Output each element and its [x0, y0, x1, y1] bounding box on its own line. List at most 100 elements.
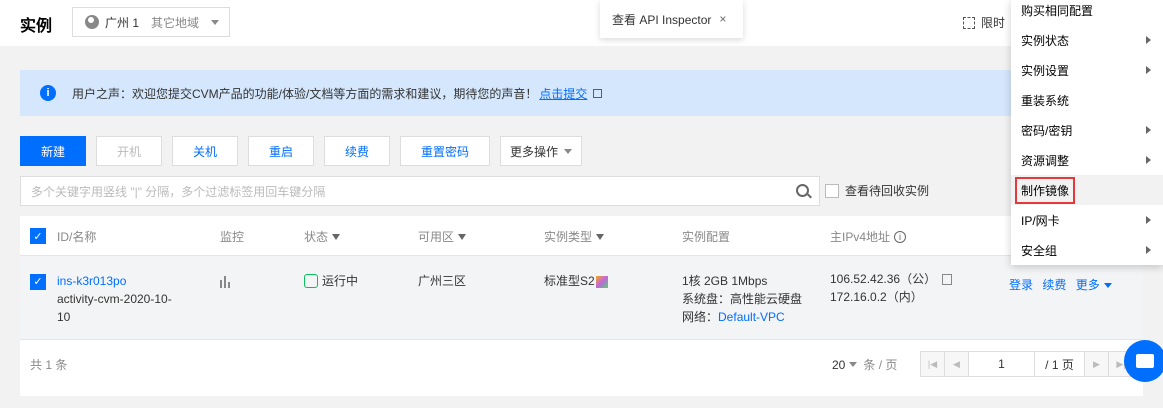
zone-value: 广州三区 — [418, 274, 467, 288]
check-icon: ✓ — [30, 274, 46, 290]
filter-icon[interactable] — [458, 233, 467, 240]
chevron-right-icon — [1146, 156, 1151, 164]
menu-item-buy-same[interactable]: 购买相同配置 — [1011, 0, 1163, 25]
new-instance-button[interactable]: 新建 — [20, 136, 86, 166]
status-text: 运行中 — [322, 274, 359, 288]
page-size-select[interactable]: 20 条 / 页 — [832, 356, 897, 373]
running-icon — [304, 274, 318, 288]
next-page-icon[interactable]: ▶ — [1085, 352, 1109, 376]
region-selector[interactable]: 广州 1 其它地域 — [72, 7, 230, 37]
config-network: 网络：Default-VPC — [682, 308, 802, 326]
instance-type-text: 标准型S2 — [544, 274, 595, 288]
page-header: 实例 广州 1 其它地域 查看 API Inspector × 限时 — [0, 0, 1163, 46]
column-label: 实例类型 — [544, 230, 593, 244]
monitor-chart-icon[interactable] — [220, 276, 232, 288]
config-value: 1核 2GB 1Mbps 系统盘：高性能云硬盘 网络：Default-VPC — [682, 272, 802, 326]
limited-offer[interactable]: 限时 — [963, 14, 1005, 31]
more-actions-button[interactable]: 更多操作 — [500, 136, 582, 166]
ip-public: 106.52.42.36（公） — [830, 272, 937, 286]
submit-feedback-link[interactable]: 点击提交 — [539, 85, 587, 102]
table-footer: 共 1 条 20 条 / 页 |◀ ◀ 1 / 1 页 ▶ ▶| — [20, 340, 1143, 390]
menu-item-label: 资源调整 — [1021, 153, 1070, 168]
external-link-icon[interactable] — [593, 88, 603, 98]
pagination: |◀ ◀ 1 / 1 页 ▶ ▶| — [920, 351, 1134, 377]
renew-button[interactable]: 续费 — [324, 136, 390, 166]
recycle-label: 查看待回收实例 — [845, 184, 930, 198]
menu-item-label: 实例状态 — [1021, 33, 1070, 48]
limited-label: 限时 — [981, 16, 1006, 30]
table-row[interactable]: ✓ ins-k3r013po activity-cvm-2020-10- 10 … — [20, 256, 1143, 340]
page-input[interactable]: 1 — [969, 352, 1035, 376]
notice-text: 用户之声：欢迎您提交CVM产品的功能/体验/文档等方面的需求和建议，期待您的声音… — [72, 86, 538, 101]
reset-password-button[interactable]: 重置密码 — [400, 136, 490, 166]
menu-item-create-image[interactable]: 制作镜像 — [1011, 175, 1163, 205]
column-label: 可用区 — [418, 230, 455, 244]
search-input[interactable]: 多个关键字用竖线 "|" 分隔，多个过滤标签用回车键分隔 — [20, 176, 820, 206]
search-icon[interactable] — [796, 184, 809, 197]
menu-item-resource-adjust[interactable]: 资源调整 — [1011, 145, 1163, 175]
menu-item-password-key[interactable]: 密码/密钥 — [1011, 115, 1163, 145]
column-ip: 主IPv4地址 i — [830, 228, 907, 245]
menu-item-security-group[interactable]: 安全组 — [1011, 235, 1163, 265]
chevron-right-icon — [1146, 36, 1151, 44]
status-badge: 运行中 — [304, 272, 358, 290]
chat-button[interactable] — [1124, 340, 1163, 382]
filter-icon[interactable] — [332, 233, 341, 240]
table-header: ✓ ID/名称 监控 状态 可用区 实例类型 实例配置 主IPv4地址 i — [20, 216, 1143, 256]
row-more-link[interactable]: 更多 — [1076, 278, 1100, 292]
recycle-toggle[interactable]: 查看待回收实例 — [825, 182, 929, 199]
row-checkbox[interactable]: ✓ — [30, 274, 46, 290]
recycle-checkbox[interactable] — [825, 183, 839, 198]
instance-name-cont: 10 — [57, 310, 71, 324]
menu-item-instance-settings[interactable]: 实例设置 — [1011, 55, 1163, 85]
chevron-down-icon — [1103, 283, 1112, 289]
menu-item-label: 安全组 — [1021, 243, 1058, 258]
column-label: 状态 — [304, 230, 329, 244]
menu-item-label: 购买相同配置 — [1021, 3, 1094, 18]
column-id-name: ID/名称 — [57, 228, 96, 245]
ip-value: 106.52.42.36（公） 172.16.0.2（内） — [830, 270, 953, 306]
power-off-button[interactable]: 关机 — [172, 136, 238, 166]
region-main: 广州 1 — [105, 15, 140, 30]
row-renew-link[interactable]: 续费 — [1042, 278, 1066, 292]
login-link[interactable]: 登录 — [1009, 278, 1033, 292]
chevron-down-icon — [849, 362, 858, 367]
network-link[interactable]: Default-VPC — [718, 310, 785, 324]
ip-private: 172.16.0.2（内） — [830, 290, 923, 304]
instance-table: ✓ ID/名称 监控 状态 可用区 实例类型 实例配置 主IPv4地址 i ✓ … — [20, 216, 1143, 396]
search-placeholder: 多个关键字用竖线 "|" 分隔，多个过滤标签用回车键分隔 — [31, 184, 326, 199]
menu-item-label: 制作镜像 — [1015, 176, 1076, 204]
copy-icon[interactable] — [942, 274, 953, 286]
column-status[interactable]: 状态 — [304, 228, 341, 245]
new-badge-icon — [595, 275, 608, 288]
feedback-notice: i 用户之声：欢迎您提交CVM产品的功能/体验/文档等方面的需求和建议，期待您的… — [20, 70, 1143, 116]
select-all-checkbox[interactable]: ✓ — [30, 228, 46, 244]
menu-item-label: 实例设置 — [1021, 63, 1070, 78]
column-monitor: 监控 — [220, 228, 244, 245]
column-instance-type[interactable]: 实例类型 — [544, 228, 605, 245]
api-inspector-pill[interactable]: 查看 API Inspector × — [600, 0, 743, 38]
menu-item-label: 重装系统 — [1021, 93, 1070, 108]
instance-type-value: 标准型S2 — [544, 272, 608, 290]
menu-item-instance-state[interactable]: 实例状态 — [1011, 25, 1163, 55]
close-icon[interactable]: × — [719, 12, 726, 26]
restart-button[interactable]: 重启 — [248, 136, 314, 166]
power-on-button[interactable]: 开机 — [96, 136, 162, 166]
chevron-down-icon — [564, 148, 572, 154]
page-size-value: 20 — [832, 357, 846, 372]
menu-item-ip-nic[interactable]: IP/网卡 — [1011, 205, 1163, 235]
per-page-label: 条 / 页 — [863, 358, 898, 372]
instance-id-name: ins-k3r013po activity-cvm-2020-10- 10 — [57, 272, 172, 326]
help-icon[interactable]: i — [894, 230, 907, 243]
first-page-icon[interactable]: |◀ — [921, 352, 945, 376]
prev-page-icon[interactable]: ◀ — [945, 352, 969, 376]
total-count: 共 1 条 — [30, 358, 68, 372]
menu-item-reinstall[interactable]: 重装系统 — [1011, 85, 1163, 115]
column-label: ID/名称 — [57, 230, 97, 244]
column-zone[interactable]: 可用区 — [418, 228, 467, 245]
instance-id-link[interactable]: ins-k3r013po — [57, 272, 172, 290]
qrcode-icon — [963, 16, 975, 29]
row-actions: 登录 续费 更多 — [1009, 276, 1112, 294]
filter-icon[interactable] — [596, 233, 605, 240]
chat-icon — [1136, 354, 1154, 368]
